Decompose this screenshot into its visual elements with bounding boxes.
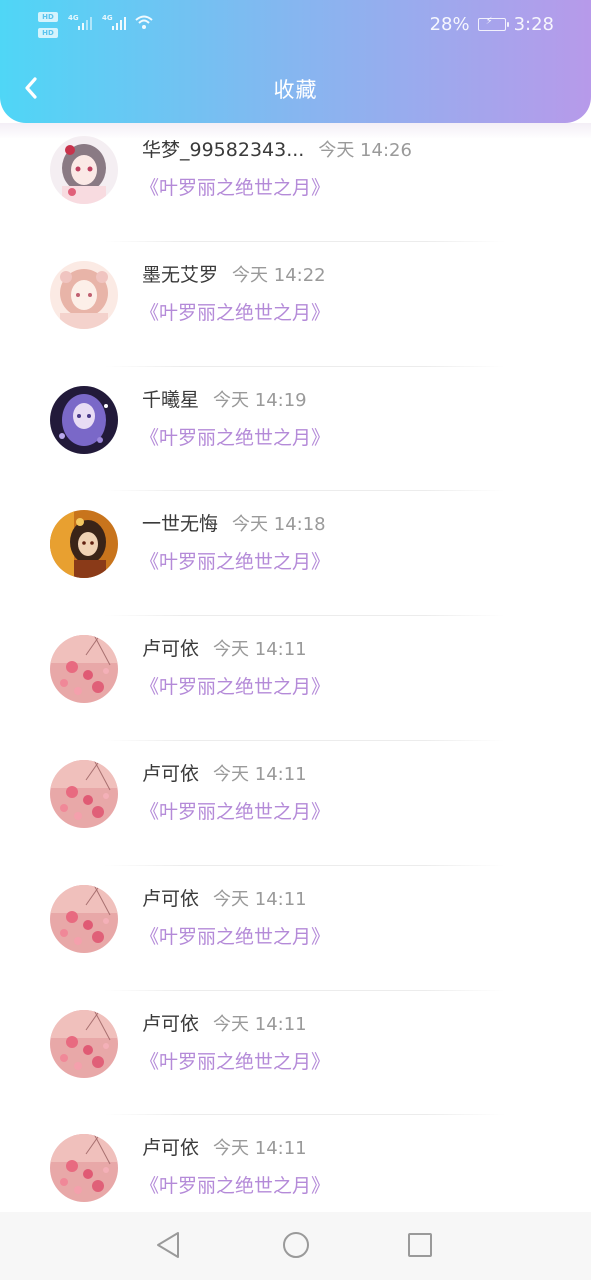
favorite-list-item[interactable]: 卢可依 今天 14:11 《叶罗丽之绝世之月》: [0, 616, 591, 741]
status-bar-right: 28% ⚡ 3:28: [430, 13, 554, 35]
system-navbar: [0, 1212, 591, 1280]
timestamp: 今天 14:11: [213, 888, 307, 910]
status-bar-left: HD HD 4G 4G: [38, 10, 158, 38]
avatar[interactable]: [50, 1009, 118, 1078]
user-name: 卢可依 今天 14:11: [142, 884, 307, 911]
battery-percent: 28%: [429, 13, 470, 35]
user-name: 华梦_99582343... 今天 14:26: [142, 135, 412, 162]
timestamp: 今天 14:11: [213, 1138, 307, 1160]
book-title-link[interactable]: 《叶罗丽之绝世之月》: [140, 672, 330, 699]
app-header: HD HD 4G 4G 28% ⚡ 3:28 收藏: [0, 0, 591, 123]
book-title-link[interactable]: 《叶罗丽之绝世之月》: [140, 423, 330, 450]
avatar[interactable]: [50, 260, 118, 329]
user-name: 一世无悔 今天 14:18: [142, 509, 326, 536]
signal-icon: [78, 17, 92, 30]
user-name: 墨无艾罗 今天 14:22: [142, 260, 326, 287]
book-title-link[interactable]: 《叶罗丽之绝世之月》: [140, 173, 330, 200]
book-title-link[interactable]: 《叶罗丽之绝世之月》: [140, 1171, 330, 1198]
hd-badge: HD: [38, 28, 58, 38]
circle-home-icon: [283, 1232, 309, 1258]
favorite-list-item[interactable]: 卢可依 今天 14:11 《叶罗丽之绝世之月》: [0, 991, 591, 1116]
avatar[interactable]: [50, 759, 118, 828]
triangle-back-icon: [157, 1232, 179, 1258]
favorite-list-item[interactable]: 卢可依 今天 14:11 《叶罗丽之绝世之月》: [0, 866, 591, 991]
avatar[interactable]: [50, 1134, 118, 1203]
favorite-list-item[interactable]: 华梦_99582343... 今天 14:26 《叶罗丽之绝世之月》: [0, 117, 591, 242]
signal-icon: [112, 17, 126, 30]
favorite-list-item[interactable]: 墨无艾罗 今天 14:22 《叶罗丽之绝世之月》: [0, 242, 591, 367]
favorites-list: 华梦_99582343... 今天 14:26 《叶罗丽之绝世之月》 墨无艾罗 今天 1…: [0, 117, 591, 1241]
nav-home-button[interactable]: [281, 1230, 311, 1260]
timestamp: 今天 14:11: [213, 1013, 307, 1035]
wifi-icon: [135, 15, 153, 29]
timestamp: 今天 14:18: [232, 514, 326, 536]
square-recents-icon: [408, 1233, 432, 1257]
favorite-list-item[interactable]: 一世无悔 今天 14:18 《叶罗丽之绝世之月》: [0, 491, 591, 617]
timestamp: 今天 14:19: [213, 389, 307, 411]
book-title-link[interactable]: 《叶罗丽之绝世之月》: [140, 298, 330, 325]
user-name-text: 卢可依: [142, 1012, 200, 1035]
page-title: 收藏: [273, 78, 318, 102]
favorite-list-item[interactable]: 千曦星 今天 14:19 《叶罗丽之绝世之月》: [0, 367, 591, 492]
avatar[interactable]: [50, 884, 118, 953]
clock: 3:28: [513, 13, 554, 35]
user-name-text: 千曦星: [142, 388, 200, 411]
timestamp: 今天 14:11: [213, 639, 307, 661]
user-name: 卢可依 今天 14:11: [142, 759, 307, 786]
timestamp: 今天 14:26: [318, 140, 412, 161]
nav-recents-button[interactable]: [405, 1230, 435, 1260]
user-name-text: 卢可依: [142, 762, 200, 785]
user-name: 卢可依 今天 14:11: [142, 634, 307, 661]
timestamp: 今天 14:11: [213, 763, 307, 785]
user-name: 卢可依 今天 14:11: [142, 1133, 307, 1160]
user-name-text: 墨无艾罗: [142, 263, 219, 286]
avatar[interactable]: [50, 510, 118, 579]
hd-badge: HD: [38, 12, 58, 22]
user-name-text: 卢可依: [142, 887, 200, 910]
book-title-link[interactable]: 《叶罗丽之绝世之月》: [140, 797, 330, 824]
avatar[interactable]: [50, 385, 118, 454]
user-name-text: 卢可依: [142, 1137, 200, 1160]
user-name-text: 卢可依: [142, 638, 200, 661]
book-title-link[interactable]: 《叶罗丽之绝世之月》: [140, 922, 330, 949]
user-name-text: 一世无悔: [142, 513, 219, 536]
battery-icon: ⚡: [477, 16, 509, 31]
favorite-list-item[interactable]: 卢可依 今天 14:11 《叶罗丽之绝世之月》: [0, 741, 591, 866]
avatar[interactable]: [50, 635, 118, 704]
user-name: 卢可依 今天 14:11: [142, 1009, 307, 1036]
book-title-link[interactable]: 《叶罗丽之绝世之月》: [140, 1047, 330, 1074]
book-title-link[interactable]: 《叶罗丽之绝世之月》: [140, 547, 330, 574]
nav-back-button[interactable]: [154, 1230, 184, 1260]
user-name-text: 华梦_99582343...: [142, 139, 305, 161]
user-name: 千曦星 今天 14:19: [142, 385, 307, 412]
avatar[interactable]: [50, 136, 118, 204]
timestamp: 今天 14:22: [232, 264, 326, 286]
